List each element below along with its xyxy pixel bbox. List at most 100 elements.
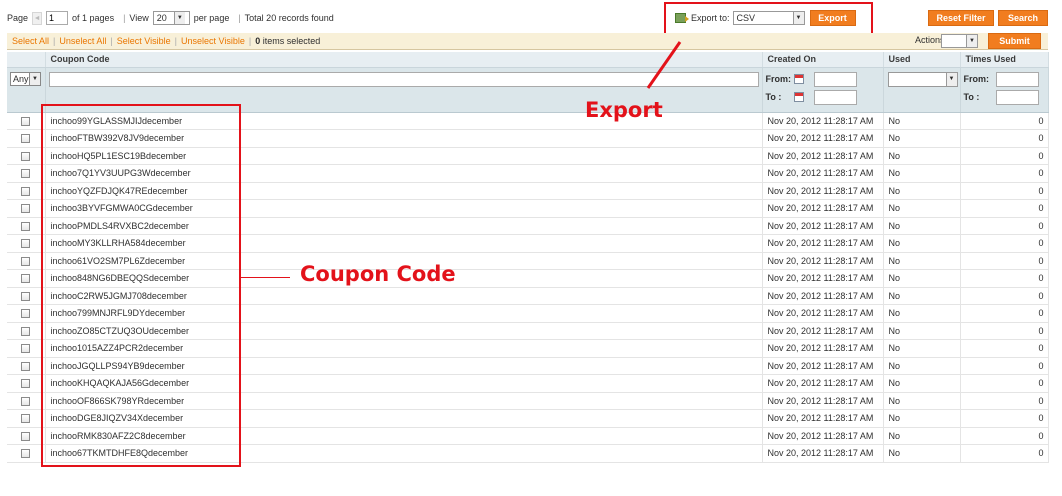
reset-filter-button[interactable]: Reset Filter — [928, 10, 994, 26]
submit-button[interactable]: Submit — [988, 33, 1041, 49]
used-cell: No — [883, 357, 961, 375]
export-controls: Export to: CSV ▼ Export — [675, 10, 856, 26]
times-used-cell: 0 — [960, 112, 1049, 130]
created-on-cell: Nov 20, 2012 11:28:17 AM — [762, 217, 884, 235]
created-from-label: From: — [765, 74, 792, 84]
export-button[interactable]: Export — [809, 10, 856, 26]
created-on-cell: Nov 20, 2012 11:28:17 AM — [762, 129, 884, 148]
used-cell: No — [883, 444, 961, 463]
times-to-label: To : — [963, 92, 980, 102]
massaction-filter-select[interactable]: Any ▼ — [10, 71, 41, 86]
pager: Page ◄ of 1 pages | View 20 ▼ per page |… — [7, 10, 338, 26]
export-icon — [675, 13, 689, 23]
calendar-icon[interactable] — [793, 74, 804, 84]
used-cell: No — [883, 199, 961, 218]
checkbox-icon[interactable] — [21, 239, 31, 249]
checkbox-icon[interactable] — [21, 186, 31, 196]
checkbox-icon[interactable] — [21, 116, 31, 126]
coupon-code-highlight-box — [41, 104, 241, 467]
coupon-annotation-line — [241, 277, 290, 278]
created-on-cell: Nov 20, 2012 11:28:17 AM — [762, 392, 884, 410]
used-cell: No — [883, 304, 961, 323]
row-select-cell — [7, 112, 46, 130]
massaction-bar: Select All | Unselect All | Select Visib… — [7, 33, 1048, 50]
used-cell: No — [883, 129, 961, 148]
row-select-cell — [7, 234, 46, 253]
times-used-cell: 0 — [960, 444, 1049, 463]
row-select-cell — [7, 427, 46, 445]
export-format-select[interactable]: CSV ▼ — [732, 11, 805, 25]
pager-divider: | — [238, 13, 241, 23]
checkbox-icon[interactable] — [21, 326, 31, 336]
checkbox-icon[interactable] — [21, 379, 31, 389]
checkbox-icon[interactable] — [21, 361, 31, 371]
prev-page-arrow-icon[interactable]: ◄ — [32, 11, 43, 25]
column-header-created-on[interactable]: Created On — [762, 52, 884, 68]
per-page-select[interactable]: 20 ▼ — [152, 11, 190, 25]
checkbox-icon[interactable] — [21, 291, 31, 301]
times-used-from-input[interactable] — [995, 71, 1039, 87]
chevron-down-icon: ▼ — [792, 12, 804, 24]
chevron-down-icon: ▼ — [29, 72, 40, 85]
checkbox-icon[interactable] — [21, 431, 31, 441]
checkbox-icon[interactable] — [21, 169, 31, 179]
created-from-input[interactable] — [813, 71, 857, 87]
created-to-input[interactable] — [813, 89, 857, 105]
times-used-cell: 0 — [960, 322, 1049, 340]
checkbox-icon[interactable] — [21, 151, 31, 161]
times-used-cell: 0 — [960, 304, 1049, 323]
times-used-cell: 0 — [960, 409, 1049, 428]
page-label: Page — [7, 13, 29, 23]
row-select-cell — [7, 182, 46, 200]
times-used-cell: 0 — [960, 199, 1049, 218]
used-cell: No — [883, 182, 961, 200]
selected-count: 0 — [255, 36, 261, 46]
row-select-cell — [7, 129, 46, 148]
page-number-input[interactable] — [46, 11, 69, 25]
row-select-cell — [7, 444, 46, 463]
calendar-icon[interactable] — [793, 92, 804, 102]
chevron-down-icon: ▼ — [966, 35, 977, 47]
column-header-times-used[interactable]: Times Used — [960, 52, 1049, 68]
row-select-cell — [7, 357, 46, 375]
times-used-cell: 0 — [960, 182, 1049, 200]
checkbox-icon[interactable] — [21, 274, 31, 284]
checkbox-icon[interactable] — [21, 396, 31, 406]
select-visible-link[interactable]: Select Visible — [117, 36, 171, 46]
unselect-all-link[interactable]: Unselect All — [59, 36, 106, 46]
checkbox-icon[interactable] — [21, 449, 31, 459]
row-select-cell — [7, 199, 46, 218]
export-label: Export to: — [691, 13, 730, 23]
actions-select[interactable]: ▼ — [941, 34, 978, 48]
row-select-cell — [7, 147, 46, 165]
per-page-label: per page — [193, 13, 230, 23]
checkbox-icon[interactable] — [21, 344, 31, 354]
checkbox-icon[interactable] — [21, 221, 31, 231]
checkbox-icon[interactable] — [21, 134, 31, 144]
row-select-cell — [7, 252, 46, 270]
select-all-link[interactable]: Select All — [12, 36, 49, 46]
checkbox-icon[interactable] — [21, 309, 31, 319]
times-used-cell: 0 — [960, 357, 1049, 375]
search-button[interactable]: Search — [998, 10, 1048, 26]
used-cell: No — [883, 427, 961, 445]
row-select-cell — [7, 269, 46, 288]
checkbox-icon[interactable] — [21, 204, 31, 214]
checkbox-icon[interactable] — [21, 256, 31, 266]
created-on-cell: Nov 20, 2012 11:28:17 AM — [762, 322, 884, 340]
times-used-cell: 0 — [960, 234, 1049, 253]
used-cell: No — [883, 147, 961, 165]
row-select-cell — [7, 164, 46, 183]
used-cell: No — [883, 217, 961, 235]
times-used-to-input[interactable] — [995, 89, 1039, 105]
checkbox-icon[interactable] — [21, 414, 31, 424]
created-on-cell: Nov 20, 2012 11:28:17 AM — [762, 269, 884, 288]
page-count-text: of 1 pages — [72, 13, 115, 23]
times-used-cell: 0 — [960, 287, 1049, 305]
unselect-visible-link[interactable]: Unselect Visible — [181, 36, 245, 46]
created-on-cell: Nov 20, 2012 11:28:17 AM — [762, 164, 884, 183]
column-header-used[interactable]: Used — [883, 52, 961, 68]
created-on-cell: Nov 20, 2012 11:28:17 AM — [762, 287, 884, 305]
used-cell: No — [883, 234, 961, 253]
used-filter-select[interactable]: ▼ — [887, 71, 958, 87]
